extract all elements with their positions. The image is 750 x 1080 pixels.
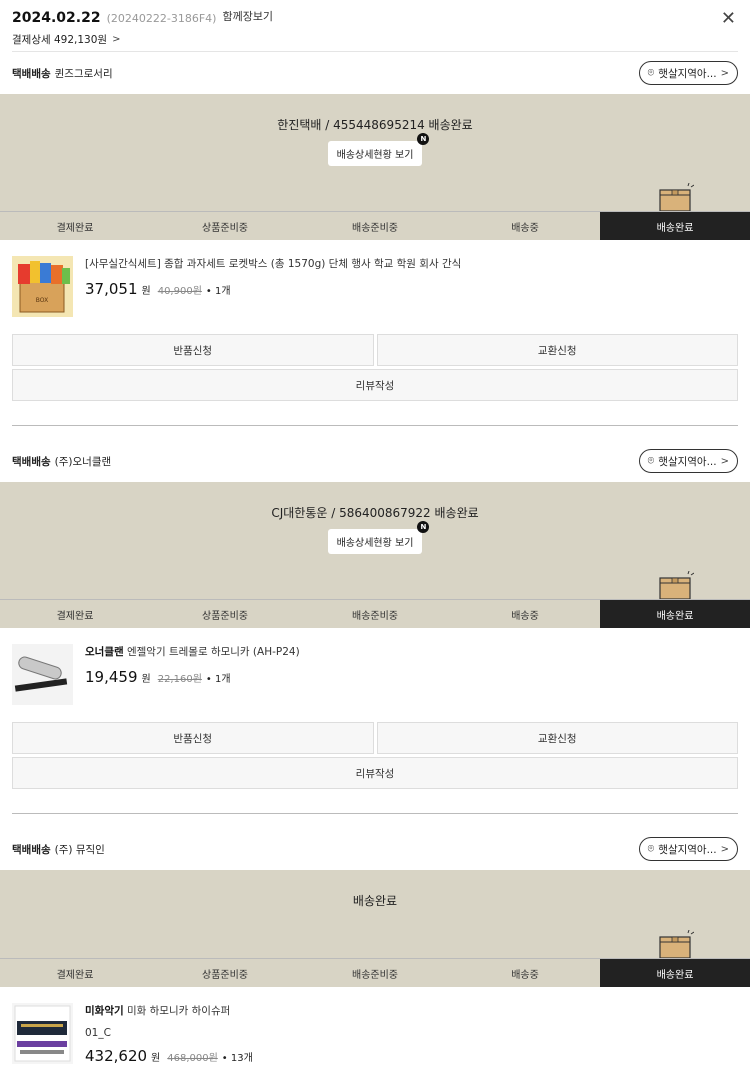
- step-preparing: 상품준비중: [202, 610, 248, 622]
- seller-name: (주)오너클랜: [54, 455, 112, 468]
- section-divider: [12, 813, 738, 814]
- product-actions: 반품신청 교환신청 리뷰작성: [0, 722, 750, 789]
- step-ready: 배송준비중: [352, 610, 398, 622]
- seller-row: 택배배송 (주) 뮤직인 ⌾ 햇살지역아... >: [12, 828, 738, 870]
- product-thumbnail: [12, 1003, 73, 1064]
- product-price: 19,459: [85, 668, 138, 686]
- product-name: 엔젤악기 트레몰로 하모니카 (AH-P24): [126, 646, 300, 658]
- delivery-type: 택배배송: [12, 455, 51, 468]
- combined-order-label: 함께장보기: [222, 10, 274, 23]
- product-quantity: • 1개: [205, 286, 231, 297]
- seller-name: 퀸즈그로서리: [54, 67, 113, 80]
- product-brand: 오너클랜: [85, 646, 124, 658]
- product-thumbnail: [12, 644, 73, 705]
- seller-name: (주) 뮤직인: [54, 843, 105, 856]
- price-unit: 원: [141, 674, 151, 685]
- delivery-type: 택배배송: [12, 67, 51, 80]
- payment-detail-link[interactable]: 결제상세 492,130원 >: [12, 32, 738, 47]
- order-date: 2024.02.22: [12, 10, 101, 26]
- tracking-status: CJ대한통운 / 586400867922 배송완료: [271, 506, 479, 520]
- location-button[interactable]: ⌾ 햇살지역아... >: [638, 449, 738, 473]
- chevron-right-icon: >: [112, 34, 121, 45]
- delivery-type: 택배배송: [12, 843, 51, 856]
- step-payment: 결제완료: [56, 222, 94, 234]
- chevron-right-icon: >: [720, 455, 729, 467]
- delivery-detail-button[interactable]: 배송상세현황 보기 N: [327, 521, 430, 554]
- chevron-right-icon: >: [720, 843, 729, 855]
- new-badge: N: [417, 133, 430, 145]
- product-name: [사무실간식세트] 종합 과자세트 로켓박스 (총 1570g) 단체 행사 학…: [85, 258, 462, 270]
- progress-steps: 결제완료 상품준비중 배송준비중 배송중 배송완료: [0, 958, 750, 987]
- product-thumbnail: BOX: [12, 256, 73, 317]
- seller-row: 택배배송 퀸즈그로서리 ⌾ 햇살지역아... >: [12, 52, 738, 94]
- write-review-button[interactable]: 리뷰작성: [12, 757, 738, 789]
- location-label: 햇살지역아...: [658, 455, 717, 468]
- return-request-button[interactable]: 반품신청: [12, 334, 374, 366]
- original-price: 40,900원: [157, 286, 202, 297]
- seller-row: 택배배송 (주)오너클랜 ⌾ 햇살지역아... >: [12, 440, 738, 482]
- product-item[interactable]: 오너클랜 엔젤악기 트레몰로 하모니카 (AH-P24) 19,459 원 22…: [0, 628, 750, 722]
- step-shipping: 배송중: [511, 969, 539, 981]
- product-price: 432,620: [85, 1047, 148, 1065]
- delivery-box-icon: [659, 183, 694, 211]
- step-delivered: 배송완료: [600, 600, 750, 628]
- product-quantity: • 1개: [205, 674, 231, 685]
- price-unit: 원: [141, 286, 151, 297]
- progress-steps: 결제완료 상품준비중 배송준비중 배송중 배송완료: [0, 211, 750, 240]
- svg-text:BOX: BOX: [36, 297, 48, 304]
- product-name: 미화 하모니카 하이슈퍼: [126, 1005, 231, 1017]
- location-pin-icon: ⌾: [647, 454, 655, 467]
- tracking-status: 배송완료: [352, 894, 398, 908]
- tracking-panel: 한진택배 / 455448695214 배송완료 배송상세현황 보기 N: [0, 94, 750, 211]
- location-label: 햇살지역아...: [658, 67, 717, 80]
- step-preparing: 상품준비중: [202, 969, 248, 981]
- step-payment: 결제완료: [56, 969, 94, 981]
- section-divider: [12, 425, 738, 426]
- step-shipping: 배송중: [511, 222, 539, 234]
- step-shipping: 배송중: [511, 610, 539, 622]
- step-payment: 결제완료: [56, 610, 94, 622]
- exchange-request-button[interactable]: 교환신청: [376, 334, 738, 366]
- delivery-box-icon: [659, 930, 694, 958]
- delivery-detail-label: 배송상세현황 보기: [336, 538, 414, 549]
- return-request-button[interactable]: 반품신청: [12, 722, 374, 754]
- original-price: 22,160원: [157, 674, 202, 685]
- payment-detail-label: 결제상세 492,130원: [12, 34, 108, 46]
- location-pin-icon: ⌾: [647, 842, 655, 855]
- product-item[interactable]: 미화악기 미화 하모니카 하이슈퍼 01_C 432,620 원 468,000…: [0, 987, 750, 1080]
- location-label: 햇살지역아...: [658, 843, 717, 856]
- product-actions: 반품신청 교환신청 리뷰작성: [0, 334, 750, 401]
- step-ready: 배송준비중: [352, 222, 398, 234]
- delivery-detail-button[interactable]: 배송상세현황 보기 N: [327, 133, 430, 166]
- progress-steps: 결제완료 상품준비중 배송준비중 배송중 배송완료: [0, 599, 750, 628]
- step-ready: 배송준비중: [352, 969, 398, 981]
- product-item[interactable]: BOX [사무실간식세트] 종합 과자세트 로켓박스 (총 1570g) 단체 …: [0, 240, 750, 334]
- delivery-detail-label: 배송상세현황 보기: [336, 150, 414, 161]
- chevron-right-icon: >: [720, 67, 729, 79]
- location-button[interactable]: ⌾ 햇살지역아... >: [638, 837, 738, 861]
- step-delivered: 배송완료: [600, 959, 750, 987]
- order-header: 2024.02.22 (20240222-3186F4) 함께장보기 ✕ 결제상…: [12, 0, 738, 52]
- price-unit: 원: [151, 1053, 161, 1064]
- product-brand: 미화악기: [85, 1005, 124, 1017]
- close-icon[interactable]: ✕: [721, 10, 736, 28]
- tracking-panel: 배송완료: [0, 870, 750, 958]
- step-preparing: 상품준비중: [202, 222, 248, 234]
- product-quantity: • 13개: [221, 1053, 253, 1064]
- write-review-button[interactable]: 리뷰작성: [12, 369, 738, 401]
- exchange-request-button[interactable]: 교환신청: [376, 722, 738, 754]
- new-badge: N: [417, 521, 430, 533]
- tracking-status: 한진택배 / 455448695214 배송완료: [277, 118, 473, 132]
- order-number: (20240222-3186F4): [106, 12, 217, 25]
- product-option: 01_C: [85, 1027, 111, 1039]
- location-pin-icon: ⌾: [647, 66, 655, 79]
- product-price: 37,051: [85, 280, 138, 298]
- delivery-box-icon: [659, 571, 694, 599]
- location-button[interactable]: ⌾ 햇살지역아... >: [638, 61, 738, 85]
- step-delivered: 배송완료: [600, 212, 750, 240]
- tracking-panel: CJ대한통운 / 586400867922 배송완료 배송상세현황 보기 N: [0, 482, 750, 599]
- original-price: 468,000원: [167, 1053, 218, 1064]
